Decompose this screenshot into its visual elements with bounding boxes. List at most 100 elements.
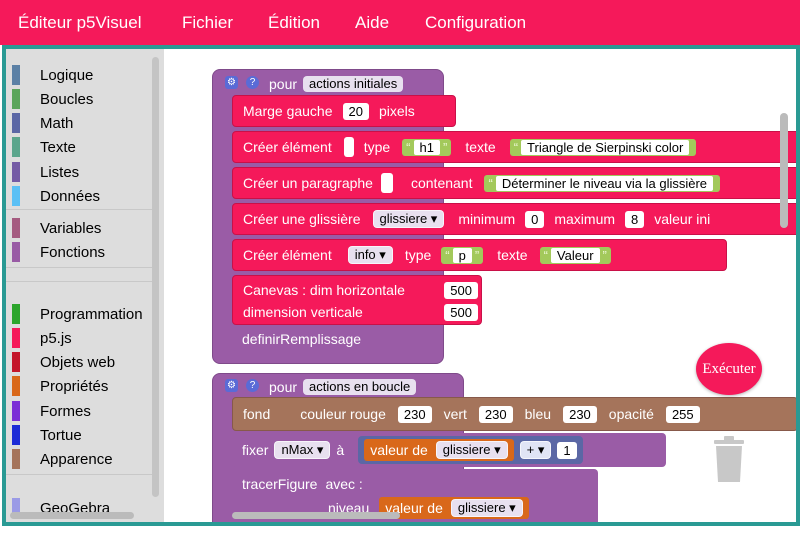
valeur-variable-dropdown[interactable]: glissiere ▾ [435, 441, 508, 459]
category-donnees[interactable]: Données [12, 185, 100, 207]
avec-label: avec : [325, 476, 363, 492]
a-label: à [336, 442, 345, 458]
creer-label: Créer élément [243, 247, 332, 263]
math-plus-block[interactable]: valeur de glissiere ▾ + ▾ 1 [358, 436, 583, 464]
rouge-value[interactable]: 230 [397, 405, 432, 423]
creer-glissiere-block[interactable]: Créer une glissière glissiere ▾ minimum … [232, 203, 796, 235]
valeur-de-block[interactable]: valeur de glissiere ▾ [379, 497, 529, 519]
couleur-label: couleur rouge [300, 406, 386, 422]
type-value[interactable]: h1 [413, 139, 440, 155]
info-variable: info [354, 247, 376, 262]
category-math[interactable]: Math [12, 112, 73, 134]
category-objets-web[interactable]: Objets web [12, 351, 115, 373]
empty-slot[interactable] [343, 137, 354, 157]
fixer-variable: nMax [281, 442, 314, 457]
definir-remplissage-block[interactable]: definirRemplissage [232, 327, 384, 351]
trash-icon[interactable] [711, 434, 747, 484]
category-label: Apparence [40, 450, 113, 468]
menu-edition[interactable]: Édition [268, 13, 320, 33]
vert-value[interactable]: 230 [478, 405, 513, 423]
texte-value[interactable]: Triangle de Sierpinski color [521, 139, 690, 155]
maximum-value[interactable]: 8 [625, 210, 645, 228]
valeur-variable-dropdown[interactable]: glissiere ▾ [450, 499, 523, 517]
fond-block[interactable]: fond couleur rouge 230 vert 230 bleu 230… [232, 397, 796, 431]
texte-string[interactable]: “Triangle de Sierpinski color [509, 138, 697, 156]
empty-slot[interactable] [380, 173, 393, 193]
opacite-label: opacité [608, 406, 654, 422]
opacite-value[interactable]: 255 [665, 405, 700, 423]
category-apparence[interactable]: Apparence [12, 448, 113, 470]
category-variables[interactable]: Variables [12, 217, 101, 239]
menu-aide[interactable]: Aide [355, 13, 389, 33]
creer-paragraphe-block[interactable]: Créer un paragraphe contenant “Détermine… [232, 167, 796, 199]
gear-icon[interactable]: ⚙ [225, 379, 238, 392]
category-tortue[interactable]: Tortue [12, 424, 82, 446]
workspace[interactable]: ⚙ ? pour actions initiales Marge gauche … [164, 49, 796, 522]
toolbox-horizontal-scrollbar[interactable] [10, 512, 134, 519]
menu-fichier[interactable]: Fichier [182, 13, 233, 33]
executer-button[interactable]: Exécuter [696, 343, 762, 395]
creer-element-h1-block[interactable]: Créer élément type “h1” texte “Triangle … [232, 131, 796, 163]
creer-element-info-block[interactable]: Créer élément info ▾ type “p” texte “Val… [232, 239, 727, 271]
marge-unit: pixels [378, 103, 415, 119]
category-color [12, 376, 20, 396]
toolbox-scrollbar[interactable] [152, 57, 159, 497]
fixer-block[interactable]: fixer nMax ▾ à valeur de glissiere ▾ + ▾… [232, 433, 666, 467]
category-color [12, 401, 20, 421]
plus-value[interactable]: 1 [557, 441, 577, 459]
valeur-variable: glissiere [442, 442, 491, 457]
category-label: Formes [40, 402, 91, 420]
menu-configuration[interactable]: Configuration [425, 13, 526, 33]
category-label: Math [40, 114, 74, 132]
texte-string[interactable]: “Valeur” [539, 246, 611, 264]
category-label: Variables [40, 219, 102, 237]
category-fonctions[interactable]: Fonctions [12, 241, 105, 263]
help-icon[interactable]: ? [246, 76, 259, 89]
para-string[interactable]: “Déterminer le niveau via la glissière [484, 174, 721, 192]
category-label: Programmation [40, 305, 143, 323]
valeur-de-label: valeur de [370, 442, 428, 458]
category-color [12, 218, 20, 238]
category-p5js[interactable]: p5.js [12, 327, 72, 349]
canvas-v-value[interactable]: 500 [444, 303, 478, 321]
bleu-value[interactable]: 230 [563, 405, 597, 423]
glis-variable-dropdown[interactable]: glissiere ▾ [372, 210, 445, 228]
editor-frame: Logique Boucles Math Texte Listes Donnée… [2, 45, 800, 526]
info-variable-dropdown[interactable]: info ▾ [347, 246, 393, 264]
glis-variable: glissiere [379, 211, 428, 226]
category-color [12, 162, 20, 182]
category-texte[interactable]: Texte [12, 136, 76, 158]
workspace-horizontal-scrollbar[interactable] [232, 512, 400, 519]
procedure-name[interactable]: actions initiales [303, 76, 404, 92]
minimum-value[interactable]: 0 [525, 210, 545, 228]
para-value[interactable]: Déterminer le niveau via la glissière [495, 175, 714, 191]
operator-dropdown[interactable]: + ▾ [519, 441, 552, 459]
type-string[interactable]: “p” [441, 246, 484, 264]
gear-icon[interactable]: ⚙ [225, 76, 238, 89]
texte-value[interactable]: Valeur [550, 247, 600, 263]
marge-gauche-block[interactable]: Marge gauche 20 pixels [232, 95, 456, 127]
type-string[interactable]: “h1” [402, 138, 452, 156]
marge-value[interactable]: 20 [342, 102, 369, 120]
category-formes[interactable]: Formes [12, 400, 91, 422]
minimum-label: minimum [458, 211, 516, 227]
fixer-label: fixer [242, 442, 269, 458]
category-logique[interactable]: Logique [12, 64, 93, 86]
category-programmation[interactable]: Programmation [12, 303, 143, 325]
app-title[interactable]: Éditeur p5Visuel [18, 13, 142, 33]
canvas-h-value[interactable]: 500 [444, 281, 478, 299]
fixer-variable-dropdown[interactable]: nMax ▾ [274, 441, 331, 459]
category-proprietes[interactable]: Propriétés [12, 375, 108, 397]
category-label: Listes [40, 163, 80, 181]
category-listes[interactable]: Listes [12, 161, 79, 183]
category-color [12, 242, 20, 262]
category-color [12, 328, 20, 348]
menubar: Éditeur p5Visuel Fichier Édition Aide Co… [0, 0, 800, 45]
type-value[interactable]: p [452, 247, 472, 263]
category-boucles[interactable]: Boucles [12, 88, 93, 110]
valeur-de-block[interactable]: valeur de glissiere ▾ [364, 439, 514, 461]
workspace-vertical-scrollbar[interactable] [780, 113, 788, 228]
canevas-block[interactable]: Canevas : dim horizontale 500 dimension … [232, 275, 482, 325]
help-icon[interactable]: ? [246, 379, 259, 392]
procedure-name[interactable]: actions en boucle [303, 379, 417, 395]
